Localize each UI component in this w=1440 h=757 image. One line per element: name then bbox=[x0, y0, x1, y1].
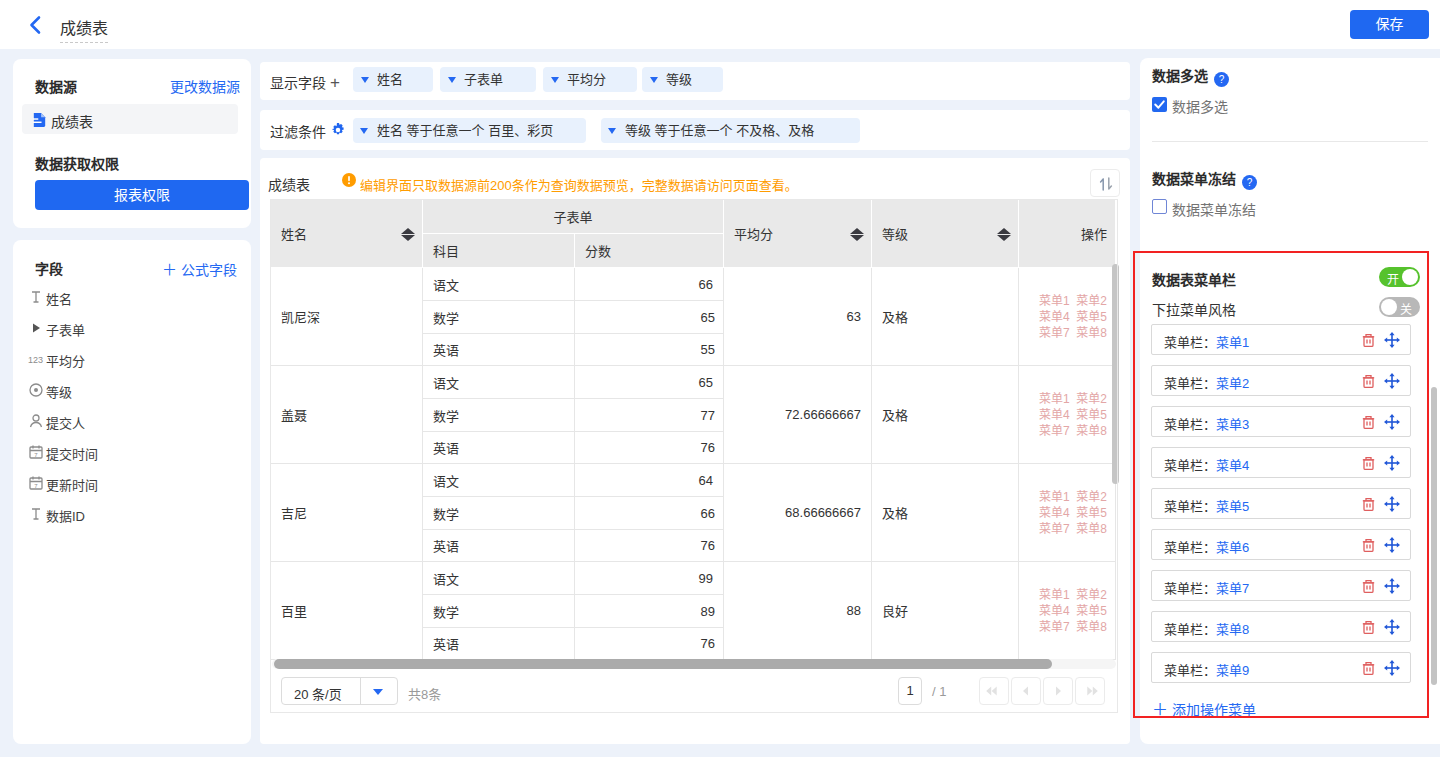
svg-text:7: 7 bbox=[34, 483, 38, 489]
svg-text:7: 7 bbox=[34, 452, 38, 458]
